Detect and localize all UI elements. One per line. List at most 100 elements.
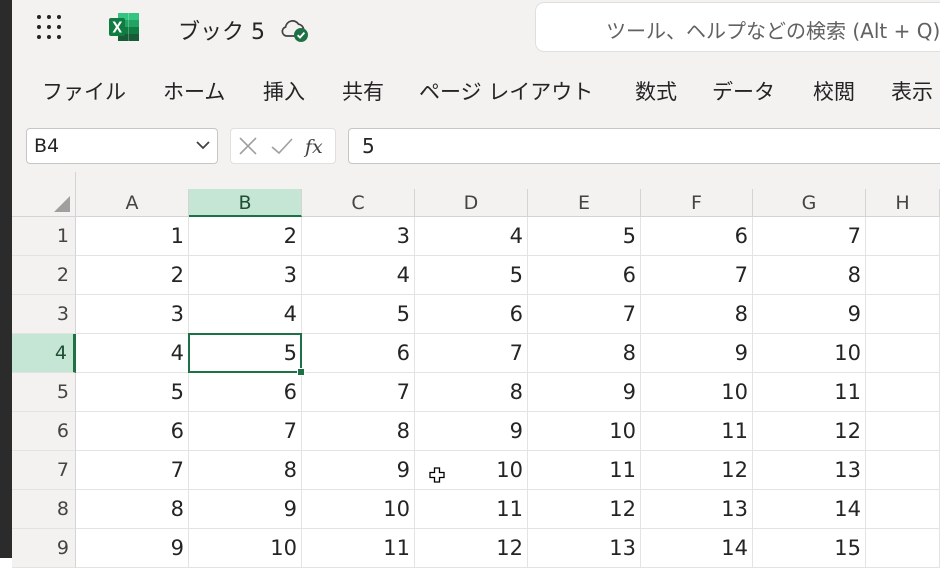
row-header-4[interactable]: 4 bbox=[12, 334, 76, 373]
cell-b1[interactable]: 2 bbox=[189, 217, 302, 256]
cell-c1[interactable]: 3 bbox=[302, 217, 415, 256]
cell-a5[interactable]: 5 bbox=[76, 373, 189, 412]
cell-a2[interactable]: 2 bbox=[76, 256, 189, 295]
cell-b3[interactable]: 4 bbox=[189, 295, 302, 334]
column-header-d[interactable]: D bbox=[415, 189, 528, 217]
document-title[interactable]: ブック 5 bbox=[178, 14, 265, 46]
cell-b6[interactable]: 7 bbox=[189, 412, 302, 451]
cell-d1[interactable]: 4 bbox=[415, 217, 528, 256]
row-header-8[interactable]: 8 bbox=[12, 490, 76, 529]
cell-d6[interactable]: 9 bbox=[415, 412, 528, 451]
cell-h9[interactable] bbox=[866, 529, 940, 568]
cell-g8[interactable]: 14 bbox=[753, 490, 866, 529]
cell-d2[interactable]: 5 bbox=[415, 256, 528, 295]
cell-f6[interactable]: 11 bbox=[641, 412, 753, 451]
column-header-a[interactable]: A bbox=[76, 189, 189, 217]
cell-g1[interactable]: 7 bbox=[753, 217, 866, 256]
cell-d9[interactable]: 12 bbox=[415, 529, 528, 568]
cell-d5[interactable]: 8 bbox=[415, 373, 528, 412]
cell-e4[interactable]: 8 bbox=[528, 334, 641, 373]
tab-home[interactable]: ホーム bbox=[163, 76, 225, 106]
app-launcher-icon[interactable] bbox=[36, 14, 62, 40]
cell-e2[interactable]: 6 bbox=[528, 256, 641, 295]
tab-page-layout[interactable]: ページ レイアウト bbox=[419, 76, 593, 106]
cell-a3[interactable]: 3 bbox=[76, 295, 189, 334]
cell-d3[interactable]: 6 bbox=[415, 295, 528, 334]
cell-f8[interactable]: 13 bbox=[641, 490, 753, 529]
cell-b2[interactable]: 3 bbox=[189, 256, 302, 295]
row-header-5[interactable]: 5 bbox=[12, 373, 76, 412]
cell-e1[interactable]: 5 bbox=[528, 217, 641, 256]
excel-logo-icon[interactable] bbox=[108, 12, 140, 42]
cell-h2[interactable] bbox=[866, 256, 940, 295]
cell-f9[interactable]: 14 bbox=[641, 529, 753, 568]
cell-c4[interactable]: 6 bbox=[302, 334, 415, 373]
row-header-6[interactable]: 6 bbox=[12, 412, 76, 451]
cell-a7[interactable]: 7 bbox=[76, 451, 189, 490]
cloud-saved-icon[interactable] bbox=[280, 16, 310, 44]
cancel-x-icon[interactable] bbox=[235, 133, 261, 159]
cell-f3[interactable]: 8 bbox=[641, 295, 753, 334]
tab-view[interactable]: 表示 bbox=[891, 76, 933, 106]
tab-share[interactable]: 共有 bbox=[342, 76, 384, 106]
cell-f2[interactable]: 7 bbox=[641, 256, 753, 295]
cell-c5[interactable]: 7 bbox=[302, 373, 415, 412]
cell-b4[interactable]: 5 bbox=[189, 334, 302, 373]
cell-h4[interactable] bbox=[866, 334, 940, 373]
column-header-g[interactable]: G bbox=[753, 189, 866, 217]
cell-g4[interactable]: 10 bbox=[753, 334, 866, 373]
cell-f1[interactable]: 6 bbox=[641, 217, 753, 256]
fill-handle[interactable] bbox=[297, 368, 305, 376]
enter-check-icon[interactable] bbox=[269, 133, 295, 159]
cell-e9[interactable]: 13 bbox=[528, 529, 641, 568]
row-header-7[interactable]: 7 bbox=[12, 451, 76, 490]
name-box[interactable]: B4 bbox=[26, 128, 218, 164]
cell-g9[interactable]: 15 bbox=[753, 529, 866, 568]
cell-g5[interactable]: 11 bbox=[753, 373, 866, 412]
search-box[interactable]: ツール、ヘルプなどの検索 (Alt + Q) bbox=[536, 3, 940, 51]
cell-b7[interactable]: 8 bbox=[189, 451, 302, 490]
cell-h8[interactable] bbox=[866, 490, 940, 529]
cell-f4[interactable]: 9 bbox=[641, 334, 753, 373]
column-header-f[interactable]: F bbox=[641, 189, 753, 217]
tab-file[interactable]: ファイル bbox=[42, 76, 126, 106]
cell-c6[interactable]: 8 bbox=[302, 412, 415, 451]
row-header-2[interactable]: 2 bbox=[12, 256, 76, 295]
cell-f5[interactable]: 10 bbox=[641, 373, 753, 412]
cell-h7[interactable] bbox=[866, 451, 940, 490]
cell-g6[interactable]: 12 bbox=[753, 412, 866, 451]
cell-e7[interactable]: 11 bbox=[528, 451, 641, 490]
cell-e3[interactable]: 7 bbox=[528, 295, 641, 334]
cell-b5[interactable]: 6 bbox=[189, 373, 302, 412]
cell-h1[interactable] bbox=[866, 217, 940, 256]
cell-g2[interactable]: 8 bbox=[753, 256, 866, 295]
cell-a4[interactable]: 4 bbox=[76, 334, 189, 373]
cell-g7[interactable]: 13 bbox=[753, 451, 866, 490]
cell-d8[interactable]: 11 bbox=[415, 490, 528, 529]
cell-h6[interactable] bbox=[866, 412, 940, 451]
cell-a8[interactable]: 8 bbox=[76, 490, 189, 529]
cell-e5[interactable]: 9 bbox=[528, 373, 641, 412]
formula-input[interactable]: 5 bbox=[348, 128, 940, 164]
row-header-3[interactable]: 3 bbox=[12, 295, 76, 334]
cell-e8[interactable]: 12 bbox=[528, 490, 641, 529]
cell-c3[interactable]: 5 bbox=[302, 295, 415, 334]
cell-h3[interactable] bbox=[866, 295, 940, 334]
cell-c9[interactable]: 11 bbox=[302, 529, 415, 568]
cell-c7[interactable]: 9 bbox=[302, 451, 415, 490]
tab-formulas[interactable]: 数式 bbox=[635, 76, 677, 106]
chevron-down-icon[interactable] bbox=[195, 139, 211, 151]
cell-h5[interactable] bbox=[866, 373, 940, 412]
column-header-h[interactable]: H bbox=[866, 189, 940, 217]
cell-a9[interactable]: 9 bbox=[76, 529, 189, 568]
cell-b9[interactable]: 10 bbox=[189, 529, 302, 568]
cell-e6[interactable]: 10 bbox=[528, 412, 641, 451]
tab-data[interactable]: データ bbox=[712, 76, 775, 106]
cell-c8[interactable]: 10 bbox=[302, 490, 415, 529]
cell-a6[interactable]: 6 bbox=[76, 412, 189, 451]
cell-b8[interactable]: 9 bbox=[189, 490, 302, 529]
cell-d4[interactable]: 7 bbox=[415, 334, 528, 373]
tab-review[interactable]: 校閲 bbox=[813, 76, 855, 106]
column-header-b[interactable]: B bbox=[189, 189, 302, 217]
fx-icon[interactable]: fx bbox=[303, 133, 329, 159]
